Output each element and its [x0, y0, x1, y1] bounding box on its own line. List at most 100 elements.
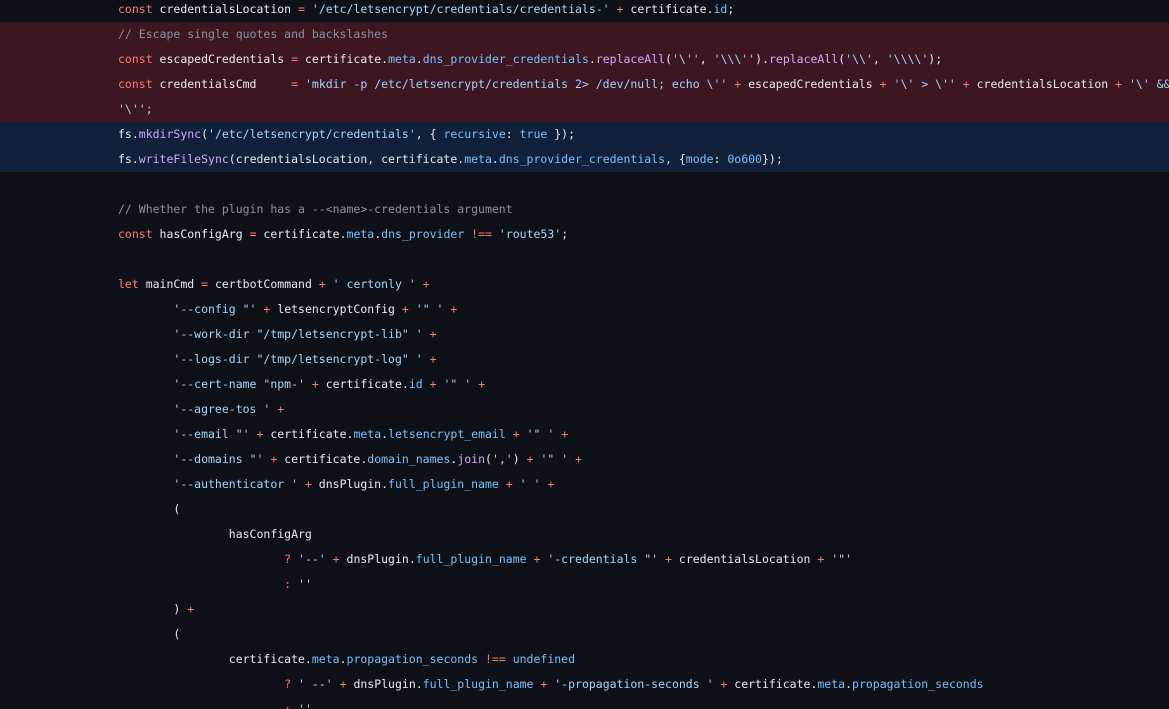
code-token: '\\\'' [713, 52, 756, 66]
code-token: credentialsCmd [152, 77, 292, 91]
code-token: + [304, 377, 319, 391]
code-token: fs. [118, 127, 139, 141]
code-token: + [422, 327, 437, 341]
code-line: '--authenticator ' + dnsPlugin.full_plug… [0, 472, 1169, 497]
code-token: '--logs-dir "/tmp/letsencrypt-log" ' [173, 352, 423, 366]
code-token: '\'' [672, 52, 700, 66]
code-token: ' --' [291, 677, 333, 691]
code-token: certificate. [277, 452, 368, 466]
code-token: credentialsLocation [152, 2, 299, 16]
code-token: + [658, 552, 672, 566]
code-token: !== [464, 227, 492, 241]
code-token: credentialsLocation [969, 77, 1116, 91]
code-token: + [498, 477, 513, 491]
code-token: meta [464, 152, 492, 166]
code-token: '--config "' [173, 302, 257, 316]
code-token: escapedCredentials [741, 77, 880, 91]
code-line: fs.writeFileSync(credentialsLocation, ce… [0, 147, 1169, 172]
code-token: + [249, 427, 264, 441]
code-token: + [256, 302, 271, 316]
code-token: '\' && chmod 600 \'' [1128, 77, 1169, 91]
code-token: credentialsLocation [671, 552, 818, 566]
code-token: meta [388, 52, 416, 66]
code-token: + [609, 2, 624, 16]
code-token: ( [665, 52, 672, 66]
code-token: '\\\\' [886, 52, 929, 66]
code-token: : [505, 127, 520, 141]
code-token: meta [353, 427, 382, 441]
code-token: mkdirSync [138, 127, 202, 141]
code-token: certificate. [256, 227, 347, 241]
code-line: ( [0, 497, 1169, 522]
code-line: '--cert-name "npm-' + certificate.id + '… [0, 372, 1169, 397]
code-token: ( [201, 127, 209, 141]
code-token: dnsPlugin. [311, 477, 389, 491]
code-token: mainCmd [138, 277, 202, 291]
code-token: dnsPlugin. [346, 677, 423, 691]
code-token: replaceAll [595, 52, 666, 66]
code-token: domain_names [367, 452, 451, 466]
code-token: ) [512, 452, 520, 466]
code-token: + [568, 452, 583, 466]
code-token: !== [478, 652, 506, 666]
code-token: , [699, 52, 714, 66]
code-line: '--domains "' + certificate.domain_names… [0, 447, 1169, 472]
code-token: '\\' [845, 52, 873, 66]
code-token: true [519, 127, 548, 141]
code-token: // Escape single quotes and backslashes [118, 27, 389, 41]
code-token: (credentialsLocation, certificate. [228, 152, 465, 166]
code-line: ? ' --' + dnsPlugin.full_plugin_name + '… [0, 672, 1169, 697]
code-token: '" ' [436, 377, 472, 391]
code-token: hasConfigArg [118, 527, 312, 541]
code-token: }); [761, 152, 783, 166]
code-token: '/etc/letsencrypt/credentials/credential… [304, 2, 610, 16]
code-token: certificate. [623, 2, 714, 16]
code-token: '--agree-tos ' [173, 402, 271, 416]
code-token: + [1115, 77, 1123, 91]
code-token: '--work-dir "/tmp/letsencrypt-lib" ' [173, 327, 423, 341]
code-token: '--email "' [173, 427, 250, 441]
code-token: const [118, 227, 153, 241]
code-token: fs. [118, 152, 139, 166]
code-line: '--email "' + certificate.meta.letsencry… [0, 422, 1169, 447]
code-token: ). [755, 52, 769, 66]
code-token: . [588, 52, 596, 66]
code-line: : '' [0, 697, 1169, 709]
code-token: recursive [443, 127, 506, 141]
code-token: + [554, 427, 569, 441]
code-line: '--logs-dir "/tmp/letsencrypt-log" ' + [0, 347, 1169, 372]
code-token: full_plugin_name [388, 477, 499, 491]
code-token: dnsPlugin. [339, 552, 416, 566]
code-line: certificate.meta.propagation_seconds !==… [0, 647, 1169, 672]
code-token: }); [547, 127, 576, 141]
code-line: const hasConfigArg = certificate.meta.dn… [0, 222, 1169, 247]
code-token: ( [118, 627, 181, 641]
code-token: let [118, 277, 139, 291]
code-token: , [872, 52, 887, 66]
code-line: '--work-dir "/tmp/letsencrypt-lib" ' + [0, 322, 1169, 347]
code-token: + [332, 677, 347, 691]
code-line: // Escape single quotes and backslashes [0, 22, 1169, 47]
code-token: . [491, 152, 499, 166]
code-token: writeFileSync [138, 152, 229, 166]
code-token: + [505, 427, 520, 441]
code-token: ' certonly ' [325, 277, 416, 291]
code-line: const credentialsLocation = '/etc/letsen… [0, 0, 1169, 22]
code-token: + [263, 452, 278, 466]
code-token: ( [485, 452, 492, 466]
code-token: // Whether the plugin has a --<name>-cre… [118, 202, 513, 216]
code-token: ; [561, 227, 569, 241]
code-token: '--' [291, 552, 326, 566]
code-token: certbotCommand [208, 277, 319, 291]
code-token: letsencrypt_email [388, 427, 506, 441]
code-token: '--authenticator ' [173, 477, 299, 491]
code-token: '" ' [519, 427, 555, 441]
code-token: '' [291, 577, 312, 591]
code-token: letsencryptConfig [270, 302, 402, 316]
code-token: certificate. [727, 677, 818, 691]
